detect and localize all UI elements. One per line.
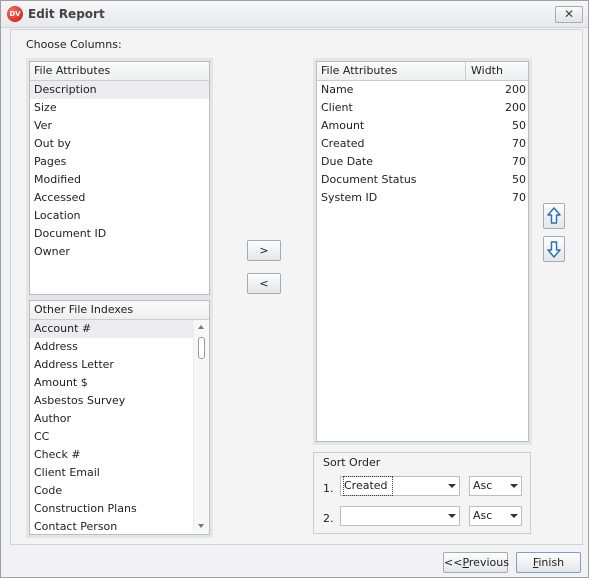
other-file-index-item[interactable]: Check # [30, 446, 209, 464]
selected-column-name: Created [321, 137, 365, 150]
other-file-index-item[interactable]: Amount $ [30, 374, 209, 392]
selected-column-width: 50 [512, 119, 526, 132]
available-file-attribute-item[interactable]: Modified [30, 171, 209, 189]
finish-button[interactable]: Finish [516, 552, 581, 573]
available-file-attributes-panel: File Attributes Description Size Ver Out by… [29, 61, 210, 295]
other-file-index-item[interactable]: Client Email [30, 464, 209, 482]
sort-direction-2-value: Asc [473, 509, 493, 522]
available-file-attribute-item[interactable]: Pages [30, 153, 209, 171]
selected-column-name: Name [321, 83, 354, 96]
move-down-button[interactable] [543, 236, 565, 262]
selected-column-width: 70 [512, 137, 526, 150]
chevron-down-icon [448, 484, 456, 488]
previous-button-prefix: << [444, 556, 463, 569]
add-column-button[interactable]: > [247, 240, 281, 261]
sort-direction-1-value: Asc [473, 479, 493, 492]
selected-column-width: 50 [512, 173, 526, 186]
sort-field-2-dropdown[interactable] [340, 506, 460, 526]
selected-column-width: 200 [505, 83, 526, 96]
other-file-indexes-header-label: Other File Indexes [34, 303, 134, 316]
sort-order-1-number: 1. [323, 482, 334, 495]
other-file-index-item[interactable]: Account # [30, 320, 209, 338]
sort-direction-1-dropdown[interactable]: Asc [469, 476, 522, 496]
other-file-indexes-list[interactable]: Account # Address Address Letter Amount $ As… [30, 320, 209, 533]
selected-column-row[interactable]: Client 200 [317, 99, 528, 117]
other-file-index-item[interactable]: CC [30, 428, 209, 446]
available-file-attribute-item[interactable]: Out by [30, 135, 209, 153]
selected-column-name: Amount [321, 119, 365, 132]
available-file-attribute-item[interactable]: Ver [30, 117, 209, 135]
window-title: Edit Report [28, 7, 105, 21]
other-file-indexes-panel: Other File Indexes Account # Address Addre… [29, 300, 210, 535]
other-file-index-item[interactable]: Address [30, 338, 209, 356]
available-file-attribute-item[interactable]: Location [30, 207, 209, 225]
available-file-attribute-item[interactable]: Size [30, 99, 209, 117]
chevron-down-icon [448, 514, 456, 518]
selected-columns-panel: File Attributes Width Name 200 Client 200 Am… [316, 61, 529, 442]
other-file-indexes-scrollbar[interactable] [193, 320, 209, 533]
selected-column-row[interactable]: Created 70 [317, 135, 528, 153]
selected-column-row[interactable]: Amount 50 [317, 117, 528, 135]
app-logo-icon: DV [7, 6, 23, 22]
selected-columns-name-header: File Attributes [321, 64, 398, 77]
sort-direction-2-dropdown[interactable]: Asc [469, 506, 522, 526]
sort-field-1-dropdown[interactable]: Created [340, 476, 460, 496]
available-file-attributes-header-label: File Attributes [34, 64, 111, 77]
selected-column-row[interactable]: Due Date 70 [317, 153, 528, 171]
previous-button[interactable]: <<Previous [443, 552, 509, 573]
dialog-body: Choose Columns: File Attributes Descript… [10, 29, 583, 545]
selected-column-row[interactable]: Name 200 [317, 81, 528, 99]
previous-button-label: revious [468, 556, 509, 569]
available-file-attributes-list[interactable]: Description Size Ver Out by Pages Modified Acc… [30, 81, 209, 293]
other-file-indexes-header: Other File Indexes [30, 301, 209, 320]
move-up-button[interactable] [543, 203, 565, 229]
selected-columns-list[interactable]: Name 200 Client 200 Amount 50 Created 70 Due Dat… [317, 81, 528, 440]
arrow-up-icon [547, 207, 561, 224]
arrow-down-icon [547, 241, 561, 258]
available-file-attribute-item[interactable]: Document ID [30, 225, 209, 243]
remove-column-button[interactable]: < [247, 273, 281, 294]
available-file-attribute-item[interactable]: Accessed [30, 189, 209, 207]
selected-column-name: Client [321, 101, 353, 114]
selected-column-width: 200 [505, 101, 526, 114]
available-file-attribute-item[interactable]: Description [30, 81, 209, 99]
other-file-index-item[interactable]: Author [30, 410, 209, 428]
other-file-index-item[interactable]: Code [30, 482, 209, 500]
other-file-index-item[interactable]: Asbestos Survey [30, 392, 209, 410]
chevron-down-icon [510, 484, 518, 488]
sort-order-2-number: 2. [323, 512, 334, 525]
selected-column-name: Due Date [321, 155, 373, 168]
sort-order-group: Sort Order 1. Created Asc 2. Asc [313, 452, 531, 534]
sort-order-label: Sort Order [323, 456, 381, 469]
scroll-down-icon[interactable] [198, 524, 204, 528]
other-file-index-item[interactable]: Contact Person [30, 518, 209, 533]
close-button[interactable]: ✕ [555, 6, 583, 23]
selected-column-name: System ID [321, 191, 378, 204]
selected-column-row[interactable]: Document Status 50 [317, 171, 528, 189]
edit-report-window: DV Edit Report ✕ Choose Columns: File At… [0, 0, 589, 578]
selected-columns-header: File Attributes Width [317, 62, 528, 81]
choose-columns-label: Choose Columns: [26, 38, 122, 51]
finish-button-label: inish [538, 556, 565, 569]
other-file-index-item[interactable]: Construction Plans [30, 500, 209, 518]
selected-column-row[interactable]: System ID 70 [317, 189, 528, 207]
available-file-attributes-header: File Attributes [30, 62, 209, 81]
selected-column-width: 70 [512, 155, 526, 168]
scroll-up-icon[interactable] [198, 325, 204, 329]
selected-column-width: 70 [512, 191, 526, 204]
available-file-attribute-item[interactable]: Owner [30, 243, 209, 261]
title-bar: DV Edit Report ✕ [1, 1, 588, 28]
other-file-index-item[interactable]: Address Letter [30, 356, 209, 374]
selected-column-name: Document Status [321, 173, 417, 186]
chevron-down-icon [510, 514, 518, 518]
scroll-thumb[interactable] [198, 337, 205, 359]
sort-field-1-value: Created [343, 476, 393, 496]
selected-columns-width-header: Width [465, 62, 528, 80]
